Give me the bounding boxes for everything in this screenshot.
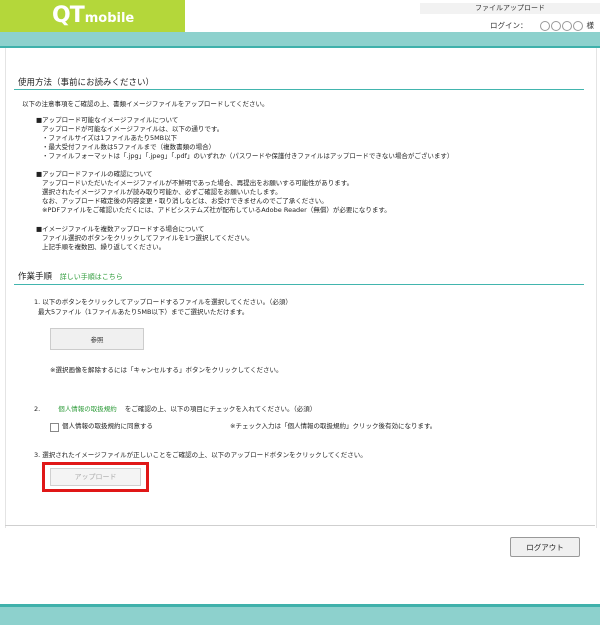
usage-title-rule — [14, 89, 584, 90]
file-types-block: ■アップロード可能なイメージファイルについて アップロードが可能なイメージファイ… — [36, 116, 454, 161]
usage-intro: 以下の注意事項をご確認の上、書類イメージファイルをアップロードしてください。 — [22, 100, 269, 108]
browse-button[interactable]: 参照 — [50, 328, 144, 350]
block-line: アップロードいただいたイメージファイルが不鮮明であった場合、再提出をお願いする可… — [42, 179, 354, 187]
page-name: ファイルアップロード — [420, 3, 600, 14]
logo-main-text: QT — [52, 3, 85, 28]
procedure-title-row: 作業手順 詳しい手順はこちら — [18, 270, 123, 282]
masked-name-circle-icon — [562, 20, 572, 31]
block-head: ■イメージファイルを複数アップロードする場合について — [36, 225, 205, 233]
block-line: ※PDFファイルをご確認いただくには、アドビシステムズ社が配布しているAdobe… — [42, 206, 391, 214]
cancel-note: ※選択画像を解除するには「キャンセルする」ボタンをクリックしてください。 — [50, 366, 283, 374]
block-line: ・ファイルフォーマットは「.jpg」「.jpeg」「.pdf」のいずれか（パスワ… — [42, 152, 454, 160]
block-line: ・ファイルサイズは1ファイルあたり5MB以下 — [42, 134, 178, 142]
logo-area: QTmobile — [0, 0, 185, 32]
privacy-policy-link[interactable]: 個人情報の取扱規約 — [58, 405, 117, 413]
procedure-title: 作業手順 — [18, 272, 53, 282]
check-note: ※チェック入力は「個人情報の取扱規約」クリック後有効になります。 — [230, 422, 437, 430]
masked-name-circle-icon — [540, 20, 550, 31]
logo: QTmobile — [52, 3, 134, 28]
step3-text: 3. 選択されたイメージファイルが正しいことをご確認の上、以下のアップロードボタ… — [34, 451, 367, 459]
step2-text: をご確認の上、以下の項目にチェックを入れてください。（必須） — [124, 405, 317, 413]
block-line: 選択されたイメージファイルが読み取り可能か、必ずご確認をお願いいたします。 — [42, 188, 282, 196]
agree-checkbox[interactable] — [50, 423, 59, 432]
step1-line1: 1. 以下のボタンをクリックしてアップロードするファイルを選択してください。（必… — [34, 298, 292, 306]
logo-sub-text: mobile — [84, 11, 135, 26]
procedure-title-rule — [14, 284, 584, 285]
block-line: アップロードが可能なイメージファイルは、以下の通りです。 — [42, 125, 224, 133]
usage-title: 使用方法（事前にお読みください） — [18, 78, 155, 88]
block-line: ・最大受付ファイル数は5ファイルまで（複数書類の場合） — [42, 143, 216, 151]
honorific: 様 — [586, 21, 595, 30]
upload-button[interactable]: アップロード — [50, 468, 141, 486]
header-band — [0, 32, 600, 46]
block-line: なお、アップロード確定後の内容変更・取り消しなどは、お受けできませんのでご了承く… — [42, 197, 328, 205]
block-head: ■アップロードファイルの確認について — [36, 170, 153, 178]
step2-row: 2. 個人情報の取扱規約 をご確認の上、以下の項目にチェックを入れてください。（… — [34, 405, 316, 414]
login-info: ログイン： 様 — [490, 20, 594, 31]
header: QTmobile ファイルアップロード ログイン： 様 — [0, 0, 600, 32]
step1-line2: 最大5ファイル（1ファイルあたり5MB以下）までご選択いただけます。 — [38, 308, 249, 316]
block-line: ファイル選択のボタンをクリックしてファイルを1つ選択してください。 — [42, 234, 254, 242]
masked-name-circle-icon — [573, 20, 583, 31]
step2-number: 2. — [34, 405, 41, 413]
upload-highlight-box: アップロード — [42, 462, 149, 492]
block-line: 上記手順を複数回、繰り返してください。 — [42, 243, 166, 251]
block-head: ■アップロード可能なイメージファイルについて — [36, 116, 179, 124]
footer-band-line — [0, 604, 600, 607]
logout-button[interactable]: ログアウト — [510, 537, 580, 557]
masked-name-circle-icon — [551, 20, 561, 31]
detail-procedure-link[interactable]: 詳しい手順はこちら — [60, 273, 123, 281]
agree-label: 個人情報の取扱規約に同意する — [62, 422, 153, 430]
footer-band — [0, 604, 600, 625]
bottom-divider — [5, 525, 595, 526]
file-check-block: ■アップロードファイルの確認について アップロードいただいたイメージファイルが不… — [36, 170, 391, 215]
login-label: ログイン： — [490, 21, 528, 30]
multi-upload-block: ■イメージファイルを複数アップロードする場合について ファイル選択のボタンをクリ… — [36, 225, 254, 252]
